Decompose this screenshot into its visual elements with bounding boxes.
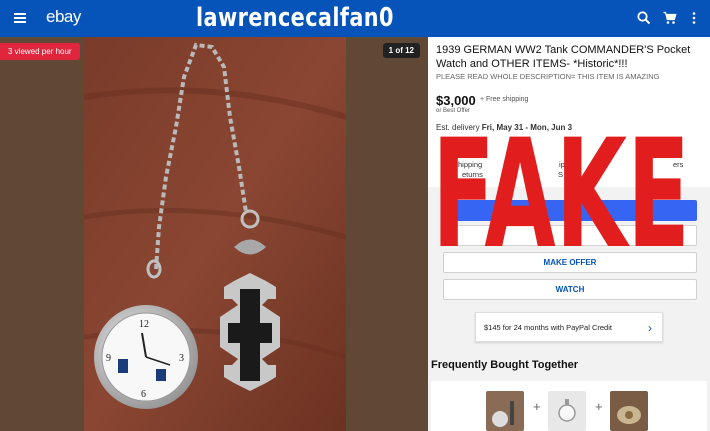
chevron-right-icon: ›	[648, 321, 652, 335]
gallery-bg-right	[346, 37, 428, 431]
watch-button[interactable]: WATCH	[443, 279, 697, 300]
ebay-logo[interactable]: ebay	[46, 7, 81, 27]
product-photo[interactable]: 12 3 6 9	[84, 37, 346, 431]
fake-stamp-text: FAKE	[432, 128, 690, 251]
hamburger-menu-icon[interactable]	[14, 13, 26, 23]
make-offer-button[interactable]: MAKE OFFER	[443, 252, 697, 273]
frequently-bought-card: + +	[431, 381, 707, 431]
listing-subtitle: PLEASE READ WHOLE DESCRIPTION= THIS ITEM…	[436, 72, 660, 81]
username-watermark: lawrencecalfan0	[196, 3, 394, 33]
shipping-info: + Free shipping	[480, 96, 529, 103]
image-gallery[interactable]: 12 3 6 9 3 viewed per hour 1 of 12	[0, 37, 428, 431]
fbt-item-photo-1[interactable]	[486, 391, 524, 431]
listing-title: 1939 GERMAN WW2 Tank COMMANDER'S Pocket …	[436, 44, 691, 70]
paypal-credit-text: $145 for 24 months with PayPal Credit	[484, 323, 612, 332]
fake-stamp-overlay: FAKE	[432, 128, 690, 251]
frequently-bought-title: Frequently Bought Together	[431, 359, 579, 371]
cart-icon[interactable]	[662, 10, 678, 26]
gallery-bg-left	[0, 37, 84, 431]
paypal-credit-banner[interactable]: $145 for 24 months with PayPal Credit ›	[475, 312, 663, 342]
svg-text:12: 12	[139, 319, 149, 330]
best-offer-label: or Best Offer	[436, 108, 470, 114]
plus-icon: +	[595, 399, 603, 414]
svg-text:9: 9	[106, 353, 111, 364]
svg-text:6: 6	[141, 389, 146, 400]
top-app-bar: ebay lawrencecalfan0	[0, 0, 710, 37]
fbt-item-photo-2[interactable]	[548, 391, 586, 431]
svg-text:3: 3	[179, 353, 184, 364]
more-vert-icon[interactable]	[686, 10, 702, 26]
search-icon[interactable]	[636, 10, 652, 26]
viewed-per-hour-badge: 3 viewed per hour	[0, 43, 80, 60]
image-counter: 1 of 12	[382, 43, 420, 58]
fbt-item-photo-3[interactable]	[610, 391, 648, 431]
plus-icon: +	[533, 399, 541, 414]
listing-price: $3,000	[436, 93, 476, 108]
